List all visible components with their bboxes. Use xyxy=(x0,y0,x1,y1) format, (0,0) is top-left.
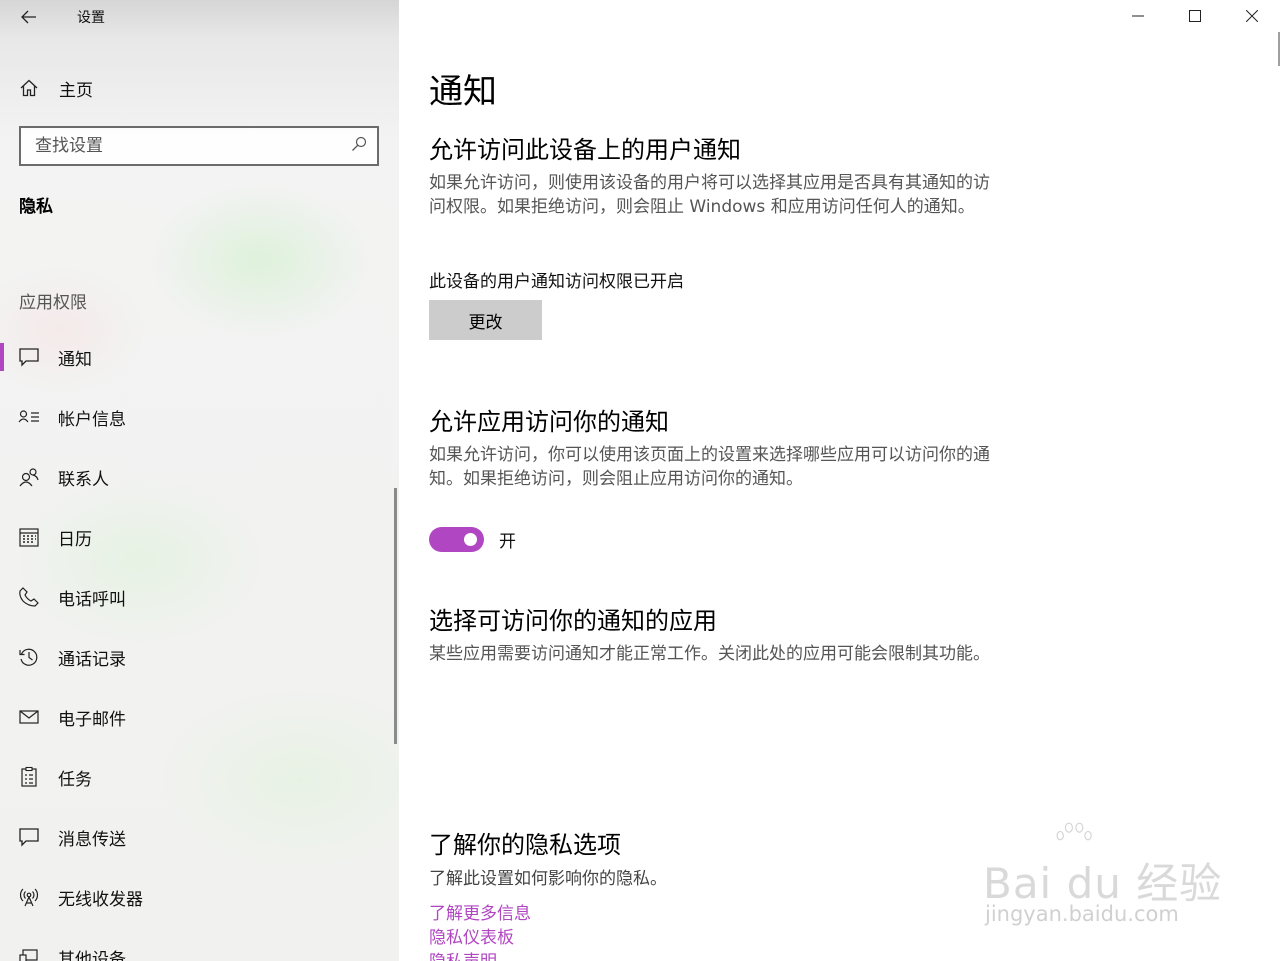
sidebar-item-contacts[interactable]: 联系人 xyxy=(0,447,399,507)
sidebar-item-label: 消息传送 xyxy=(58,829,126,850)
section-title: 隐私 xyxy=(19,197,53,217)
sidebar-item-other-devices[interactable]: 其他设备 xyxy=(0,927,399,961)
sidebar-item-label: 日历 xyxy=(58,529,92,550)
section-heading-app-access: 允许应用访问你的通知 xyxy=(429,408,669,436)
access-status-text: 此设备的用户通知访问权限已开启 xyxy=(429,272,684,292)
section-heading-user-access: 允许访问此设备上的用户通知 xyxy=(429,136,741,164)
sidebar-item-email[interactable]: 电子邮件 xyxy=(0,687,399,747)
sidebar-item-label: 通知 xyxy=(58,349,92,370)
toggle-state-label: 开 xyxy=(499,532,516,552)
section-description-app-access: 如果允许访问，你可以使用该页面上的设置来选择哪些应用可以访问你的通知。如果拒绝访… xyxy=(429,445,990,489)
sidebar-item-label: 主页 xyxy=(59,80,93,101)
sidebar-item-label: 电子邮件 xyxy=(58,709,126,730)
toggle-knob xyxy=(464,533,477,546)
sidebar-item-label: 电话呼叫 xyxy=(58,589,126,610)
group-header: 应用权限 xyxy=(19,293,87,313)
privacy-statement-link[interactable]: 隐私声明 xyxy=(429,947,497,961)
notification-icon xyxy=(18,346,40,368)
sidebar-item-messaging[interactable]: 消息传送 xyxy=(0,807,399,867)
page-title: 通知 xyxy=(429,72,497,112)
app-title: 设置 xyxy=(77,10,105,26)
contacts-icon xyxy=(18,466,40,488)
email-icon xyxy=(18,706,40,728)
section-heading-privacy-options: 了解你的隐私选项 xyxy=(429,831,621,859)
sidebar: 设置 主页 隐私 应用权限 通知 帐户信 xyxy=(0,0,399,961)
sidebar-item-label: 帐户信息 xyxy=(58,409,126,430)
phone-icon xyxy=(18,586,40,608)
change-button[interactable]: 更改 xyxy=(429,300,542,340)
main-content: 通知 允许访问此设备上的用户通知 如果允许访问，则使用该设备的用户将可以选择其应… xyxy=(429,0,1280,961)
sidebar-item-calendar[interactable]: 日历 xyxy=(0,507,399,567)
privacy-dashboard-link[interactable]: 隐私仪表板 xyxy=(429,923,514,948)
sidebar-scrollbar[interactable] xyxy=(394,488,397,744)
nav-list: 通知 帐户信息 联系人 日历 电话呼叫 通话记录 电子邮件 任务 消息传送 无线… xyxy=(0,327,399,961)
section-heading-choose-apps: 选择可访问你的通知的应用 xyxy=(429,607,717,635)
app-access-toggle[interactable] xyxy=(429,527,484,552)
sidebar-item-home[interactable]: 主页 xyxy=(0,68,399,108)
sidebar-item-notifications[interactable]: 通知 xyxy=(0,327,399,387)
sidebar-item-label: 无线收发器 xyxy=(58,889,143,910)
sidebar-item-radios[interactable]: 无线收发器 xyxy=(0,867,399,927)
learn-more-link[interactable]: 了解更多信息 xyxy=(429,899,531,924)
sidebar-item-label: 任务 xyxy=(58,769,92,790)
sidebar-item-tasks[interactable]: 任务 xyxy=(0,747,399,807)
call-history-icon xyxy=(18,646,40,668)
section-description-choose-apps: 某些应用需要访问通知才能正常工作。关闭此处的应用可能会限制其功能。 xyxy=(429,644,990,664)
account-info-icon xyxy=(18,406,40,428)
sidebar-item-phone-calls[interactable]: 电话呼叫 xyxy=(0,567,399,627)
app-access-toggle-row: 开 xyxy=(429,527,516,552)
back-button[interactable] xyxy=(14,2,44,32)
sidebar-item-call-history[interactable]: 通话记录 xyxy=(0,627,399,687)
sidebar-item-account-info[interactable]: 帐户信息 xyxy=(0,387,399,447)
search-box[interactable] xyxy=(19,126,379,166)
home-icon xyxy=(19,78,39,98)
messaging-icon xyxy=(18,826,40,848)
sidebar-item-label: 联系人 xyxy=(58,469,109,490)
back-arrow-icon xyxy=(21,10,36,24)
section-description-user-access: 如果允许访问，则使用该设备的用户将可以选择其应用是否具有其通知的访问权限。如果拒… xyxy=(429,173,990,217)
sidebar-item-label: 通话记录 xyxy=(58,649,126,670)
other-devices-icon xyxy=(18,946,40,961)
calendar-icon xyxy=(18,526,40,548)
section-description-privacy-options: 了解此设置如何影响你的隐私。 xyxy=(429,869,667,889)
search-icon[interactable] xyxy=(351,136,367,156)
radio-icon xyxy=(18,886,40,908)
watermark-url: jingyan.baidu.com xyxy=(985,902,1179,926)
sidebar-item-label: 其他设备 xyxy=(58,949,126,961)
search-input[interactable] xyxy=(35,136,335,156)
tasks-icon xyxy=(18,766,40,788)
